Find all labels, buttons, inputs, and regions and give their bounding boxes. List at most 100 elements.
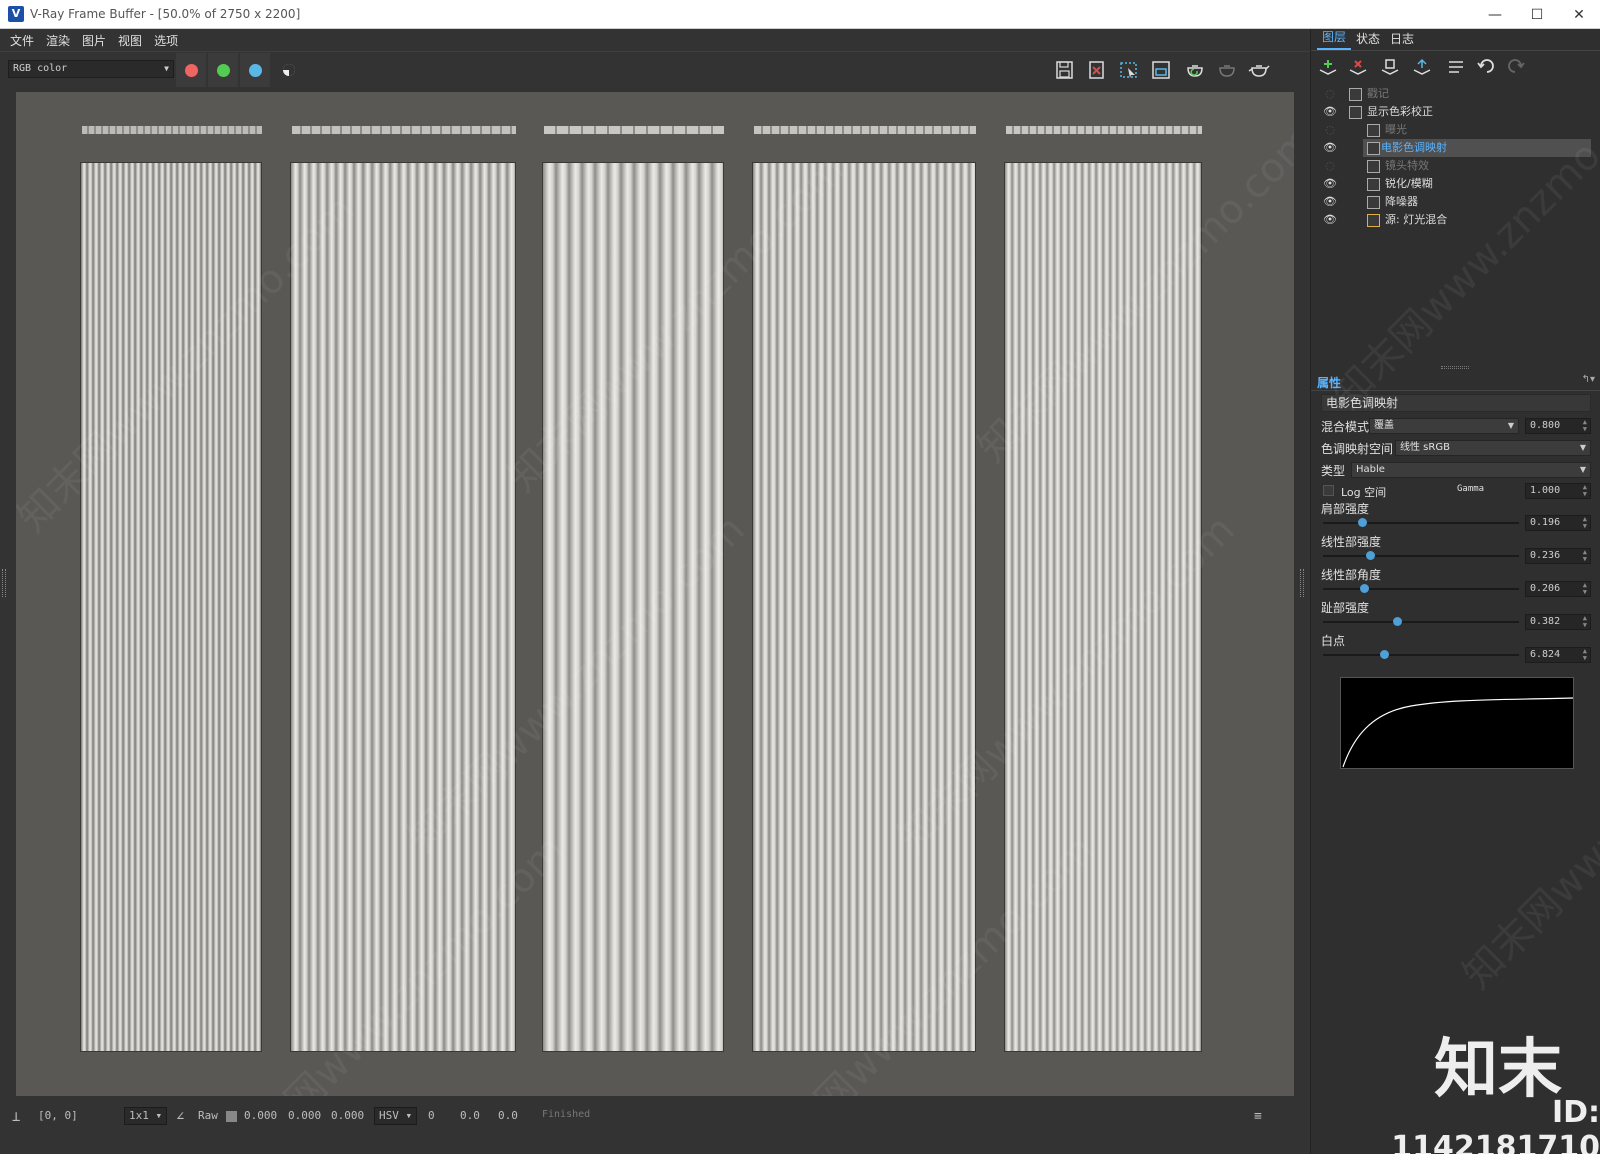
eye-icon[interactable]: 👁: [1323, 193, 1337, 211]
frame-region-button[interactable]: [1148, 59, 1174, 81]
layer-row-exposure[interactable]: ◌ 曝光: [1311, 121, 1600, 139]
add-layer-button[interactable]: [1317, 57, 1339, 77]
eye-icon[interactable]: 👁: [1323, 103, 1337, 121]
gamma-spinner[interactable]: 1.000 ▲ ▼: [1525, 483, 1591, 499]
menu-file[interactable]: 文件: [10, 32, 34, 49]
slider-knob[interactable]: [1360, 584, 1370, 593]
redo-button[interactable]: [1505, 57, 1527, 77]
load-layers-button[interactable]: [1411, 57, 1433, 77]
hidden-eye-icon[interactable]: ◌: [1323, 157, 1337, 175]
save-icon: [1056, 61, 1073, 79]
curve-layer-icon: [1349, 106, 1362, 119]
layer-row-lightmix[interactable]: 👁 源: 灯光混合: [1311, 211, 1600, 229]
chevron-down-icon: ▼: [1507, 421, 1514, 430]
linear-angle-spinner[interactable]: 0.206 ▲ ▼: [1525, 581, 1591, 597]
linear-angle-slider[interactable]: [1323, 584, 1519, 593]
log-space-checkbox[interactable]: [1323, 485, 1334, 496]
region-render-button[interactable]: [1116, 59, 1142, 81]
eye-icon[interactable]: 👁: [1323, 139, 1337, 157]
red-channel-icon: [184, 63, 198, 77]
close-button[interactable]: ✕: [1558, 0, 1600, 29]
linear-strength-spinner[interactable]: 0.236 ▲ ▼: [1525, 548, 1591, 564]
layer-presets-button[interactable]: [1445, 57, 1467, 77]
spinner-arrows-icon[interactable]: ▲ ▼: [1583, 419, 1587, 433]
clear-image-button[interactable]: [1084, 59, 1110, 81]
toe-strength-spinner[interactable]: 0.382 ▲ ▼: [1525, 614, 1591, 630]
hidden-eye-icon[interactable]: ◌: [1323, 85, 1337, 103]
tab-log[interactable]: 日志: [1385, 30, 1419, 50]
eye-icon[interactable]: 👁: [1323, 175, 1337, 193]
slider-knob[interactable]: [1358, 518, 1368, 527]
spinner-arrows-icon[interactable]: ▲ ▼: [1583, 615, 1587, 629]
layer-row-lens-effects[interactable]: ◌ 镜头特效: [1311, 157, 1600, 175]
white-point-slider[interactable]: [1323, 650, 1519, 659]
tab-layers[interactable]: 图层: [1317, 28, 1352, 50]
white-point-label: 白点: [1321, 634, 1346, 648]
undo-button[interactable]: [1475, 57, 1497, 77]
left-panel-grip[interactable]: [2, 569, 6, 597]
shoulder-strength-slider[interactable]: [1323, 518, 1519, 527]
layer-row-display-correction[interactable]: 👁 显示色彩校正: [1311, 103, 1600, 121]
tonemap-space-dropdown[interactable]: 线性 sRGB ▼: [1395, 440, 1591, 456]
save-layers-button[interactable]: [1379, 57, 1401, 77]
blue-channel-toggle[interactable]: [240, 53, 270, 87]
frame-icon: [1152, 61, 1170, 79]
color-space-dropdown[interactable]: HSV ▾: [374, 1107, 418, 1125]
blend-amount-spinner[interactable]: 0.800 ▲ ▼: [1525, 418, 1591, 434]
zoom-dropdown[interactable]: 1x1 ▾: [124, 1107, 168, 1125]
mono-toggle-button[interactable]: [276, 59, 302, 81]
layer-row-sharpen-blur[interactable]: 👁 锐化/模糊: [1311, 175, 1600, 193]
render-interactive-button[interactable]: [1182, 59, 1208, 81]
delete-layer-button[interactable]: [1347, 57, 1369, 77]
linear-strength-slider[interactable]: [1323, 551, 1519, 560]
slider-knob[interactable]: [1393, 617, 1403, 626]
chevron-down-icon: ▼: [164, 64, 169, 73]
spinner-arrows-icon[interactable]: ▲ ▼: [1583, 484, 1587, 498]
menu-bar: 文件 渲染 图片 视图 选项: [0, 29, 1310, 51]
red-channel-toggle[interactable]: [176, 53, 206, 87]
type-dropdown[interactable]: Hable ▼: [1351, 462, 1591, 478]
splitter-handle[interactable]: [1441, 366, 1469, 369]
render-button[interactable]: [1246, 59, 1272, 81]
spinner-arrows-icon[interactable]: ▲ ▼: [1583, 549, 1587, 563]
tab-stats[interactable]: 状态: [1351, 30, 1385, 50]
white-point-spinner[interactable]: 6.824 ▲ ▼: [1525, 647, 1591, 663]
zoom-value: 1x1: [129, 1109, 149, 1122]
layer-row-filmic-tonemap[interactable]: 👁 电影色调映射: [1311, 139, 1600, 157]
layer-row-denoiser[interactable]: 👁 降噪器: [1311, 193, 1600, 211]
slider-knob[interactable]: [1379, 650, 1389, 659]
right-panel-grip[interactable]: [1300, 569, 1304, 597]
menu-options[interactable]: 选项: [154, 32, 178, 49]
spinner-arrows-icon[interactable]: ▲ ▼: [1583, 516, 1587, 530]
channel-dropdown[interactable]: RGB color ▼: [8, 60, 174, 78]
render-viewport[interactable]: 知末网www.znzmo.com 知末网www.znzmo.com 知末网www…: [16, 92, 1294, 1096]
green-channel-toggle[interactable]: [208, 53, 238, 87]
toe-strength-slider[interactable]: [1323, 617, 1519, 626]
blend-amount-value: 0.800: [1530, 420, 1561, 431]
console-icon[interactable]: ≡: [1254, 1109, 1262, 1124]
layer-row-stamp[interactable]: ◌ 戳记: [1311, 85, 1600, 103]
menu-render[interactable]: 渲染: [46, 32, 70, 49]
stop-render-button[interactable]: [1214, 59, 1240, 81]
eye-icon[interactable]: 👁: [1323, 211, 1337, 229]
teapot-stop-icon: [1219, 65, 1235, 77]
spinner-arrows-icon[interactable]: ▲ ▼: [1583, 648, 1587, 662]
stamp-layer-icon: [1349, 88, 1362, 101]
slider-knob[interactable]: [1366, 551, 1376, 560]
spinner-arrows-icon[interactable]: ▲ ▼: [1583, 582, 1587, 596]
minimize-button[interactable]: —: [1474, 0, 1516, 29]
properties-header: 属性 ↰▾: [1311, 373, 1600, 391]
hidden-eye-icon[interactable]: ◌: [1323, 121, 1337, 139]
toolbar: RGB color ▼: [0, 51, 1310, 87]
pixel-picker-icon[interactable]: ∠: [176, 1109, 184, 1125]
menu-image[interactable]: 图片: [82, 32, 106, 49]
tonemap-curve-preview: [1340, 677, 1574, 769]
maximize-button[interactable]: ☐: [1516, 0, 1558, 29]
blend-mode-dropdown[interactable]: 覆盖 ▼: [1369, 418, 1519, 434]
shoulder-strength-spinner[interactable]: 0.196 ▲ ▼: [1525, 515, 1591, 531]
save-image-button[interactable]: [1052, 59, 1078, 81]
menu-view[interactable]: 视图: [118, 32, 142, 49]
layer-name-field: 电影色调映射: [1321, 394, 1591, 412]
lock-icon[interactable]: ⊥: [12, 1109, 20, 1125]
pin-icon[interactable]: ↰▾: [1582, 374, 1595, 385]
